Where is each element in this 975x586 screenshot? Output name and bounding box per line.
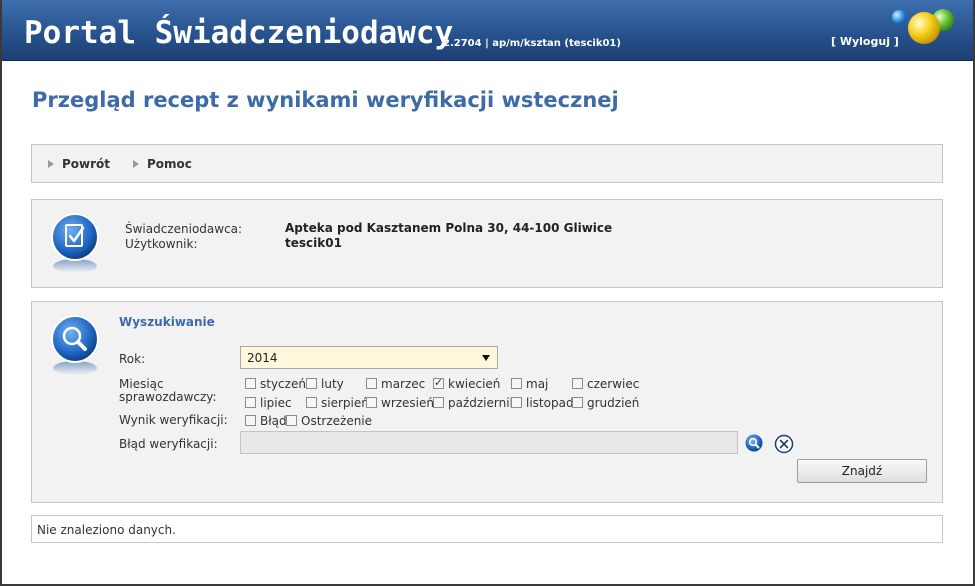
action-bar: Powrót Pomoc bbox=[31, 144, 943, 183]
month-label: grudzień bbox=[587, 396, 640, 410]
search-section-title: Wyszukiwanie bbox=[119, 315, 215, 329]
chevron-down-icon bbox=[482, 355, 490, 361]
month-label: styczeń bbox=[260, 377, 306, 391]
checkbox-box bbox=[433, 397, 444, 408]
year-select-value: 2014 bbox=[247, 351, 278, 365]
search-icon[interactable] bbox=[745, 434, 763, 452]
month-label: wrzesień bbox=[381, 396, 435, 410]
checkbox-box bbox=[245, 415, 256, 426]
app-title: Portal Świadczeniodawcy bbox=[24, 15, 454, 51]
month-checkbox-december[interactable]: grudzień bbox=[572, 396, 639, 410]
month-label: czerwiec bbox=[587, 377, 640, 391]
checkbox-box bbox=[572, 378, 583, 389]
month-checkbox-july[interactable]: lipiec bbox=[245, 396, 292, 410]
checkbox-box bbox=[306, 378, 317, 389]
find-button[interactable]: Znajdź bbox=[797, 459, 927, 483]
verification-error-field[interactable] bbox=[240, 431, 738, 454]
help-link-label: Pomoc bbox=[147, 157, 192, 171]
month-label-line2: sprawozdawczy: bbox=[119, 390, 217, 404]
checkbox-box bbox=[433, 376, 444, 389]
version-info: 2.2704 | ap/m/ksztan (tescik01) bbox=[443, 38, 621, 49]
month-label: kwiecień bbox=[448, 377, 501, 391]
result-label: Błąd bbox=[260, 414, 287, 428]
provider-info-panel: Świadczeniodawca: Apteka pod Kasztanem P… bbox=[31, 199, 943, 288]
month-label: lipiec bbox=[260, 396, 292, 410]
month-label: maj bbox=[526, 377, 549, 391]
month-checkbox-june[interactable]: czerwiec bbox=[572, 377, 639, 391]
search-panel: Wyszukiwanie Rok: 2014 Miesiąc sprawozda… bbox=[31, 301, 943, 503]
clear-icon[interactable] bbox=[774, 434, 794, 454]
checkbox-box bbox=[366, 397, 377, 408]
month-label: listopad bbox=[526, 396, 574, 410]
result-checkbox-warning[interactable]: Ostrzeżenie bbox=[286, 414, 372, 428]
provider-label: Świadczeniodawca: bbox=[125, 222, 243, 236]
help-link[interactable]: Pomoc bbox=[133, 157, 192, 171]
checkbox-box bbox=[286, 415, 297, 426]
month-label: sierpień bbox=[321, 396, 369, 410]
no-data-message: Nie znaleziono danych. bbox=[37, 523, 176, 537]
month-checkbox-october[interactable]: październik bbox=[433, 396, 517, 410]
checkbox-box bbox=[511, 378, 522, 389]
result-type-label: Wynik weryfikacji: bbox=[119, 413, 228, 427]
checkbox-box bbox=[306, 397, 317, 408]
back-link[interactable]: Powrót bbox=[48, 157, 110, 171]
arrow-right-icon bbox=[48, 160, 54, 168]
month-checkbox-september[interactable]: wrzesień bbox=[366, 396, 434, 410]
back-link-label: Powrót bbox=[62, 157, 111, 171]
clipboard-check-icon bbox=[51, 213, 99, 273]
colored-balls-logo bbox=[892, 9, 954, 44]
month-checkbox-november[interactable]: listopad bbox=[511, 396, 574, 410]
result-panel: Nie znaleziono danych. bbox=[31, 515, 943, 543]
result-checkbox-error[interactable]: Błąd bbox=[245, 414, 287, 428]
page-title: Przegląd recept z wynikami weryfikacji w… bbox=[32, 88, 619, 112]
result-label: Ostrzeżenie bbox=[301, 414, 373, 428]
month-checkbox-february[interactable]: luty bbox=[306, 377, 344, 391]
verification-error-label: Błąd weryfikacji: bbox=[119, 437, 218, 451]
year-label: Rok: bbox=[119, 352, 146, 366]
checkbox-box bbox=[572, 397, 583, 408]
app-header: Portal Świadczeniodawcy 2.2704 | ap/m/ks… bbox=[0, 0, 975, 61]
user-label: Użytkownik: bbox=[125, 237, 198, 251]
year-select[interactable]: 2014 bbox=[240, 346, 498, 369]
month-checkbox-march[interactable]: marzec bbox=[366, 377, 425, 391]
magnifier-icon bbox=[51, 315, 99, 375]
month-checkbox-january[interactable]: styczeń bbox=[245, 377, 306, 391]
month-checkbox-april[interactable]: kwiecień bbox=[433, 376, 501, 391]
month-label: marzec bbox=[381, 377, 426, 391]
arrow-right-icon bbox=[133, 160, 139, 168]
checkbox-box bbox=[511, 397, 522, 408]
provider-value: Apteka pod Kasztanem Polna 30, 44-100 Gl… bbox=[285, 221, 613, 235]
checkbox-box bbox=[245, 397, 256, 408]
month-label: październik bbox=[448, 396, 517, 410]
user-value: tescik01 bbox=[285, 236, 342, 250]
checkbox-box bbox=[366, 378, 377, 389]
checkbox-box bbox=[245, 378, 256, 389]
month-label: luty bbox=[321, 377, 344, 391]
month-checkbox-may[interactable]: maj bbox=[511, 377, 548, 391]
month-checkbox-august[interactable]: sierpień bbox=[306, 396, 369, 410]
